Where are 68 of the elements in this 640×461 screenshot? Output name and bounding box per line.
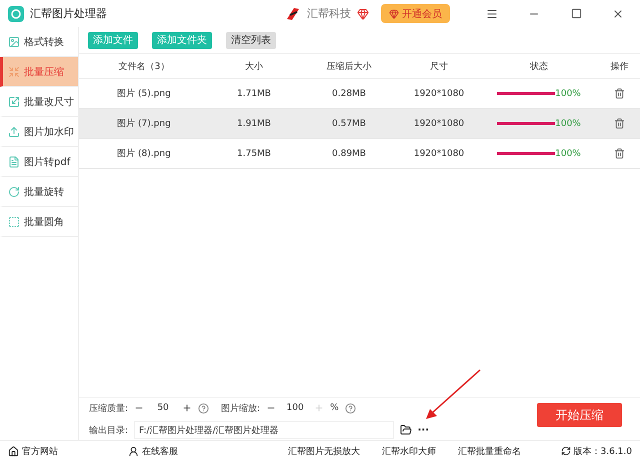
progress-reading: 100% bbox=[555, 88, 581, 98]
product-link[interactable]: 汇帮水印大师 bbox=[382, 444, 436, 458]
document-icon bbox=[8, 156, 20, 168]
compressed-size: 0.89MB bbox=[331, 148, 367, 158]
image-icon bbox=[8, 36, 20, 48]
delete-icon[interactable] bbox=[614, 118, 625, 129]
diamond-icon bbox=[357, 8, 369, 20]
scale-value[interactable]: 100 bbox=[282, 403, 308, 413]
column-header: 大小 bbox=[244, 60, 264, 72]
output-path-field[interactable]: F:/汇帮图片处理器/汇帮图片处理器 bbox=[134, 421, 394, 439]
product-link[interactable]: 汇帮图片无损放大 bbox=[288, 444, 360, 458]
file-size: 1.75MB bbox=[236, 148, 272, 158]
resize-icon bbox=[8, 96, 20, 108]
column-header: 压缩后大小 bbox=[326, 60, 372, 72]
website-link[interactable]: 官方网站 bbox=[8, 444, 128, 458]
dimensions: 1920*1080 bbox=[412, 118, 466, 128]
column-header: 文件名（3） bbox=[118, 60, 170, 72]
refresh-icon bbox=[560, 446, 570, 456]
close-icon bbox=[612, 8, 624, 20]
clear-button[interactable]: 清空列表 bbox=[226, 32, 276, 48]
progress-bar bbox=[497, 122, 556, 125]
menu-icon bbox=[486, 8, 498, 20]
file-size: 1.91MB bbox=[236, 118, 272, 128]
compress-icon bbox=[8, 66, 20, 78]
upload-icon bbox=[8, 126, 20, 138]
help-icon[interactable] bbox=[198, 402, 210, 414]
maximize-icon bbox=[570, 8, 582, 19]
file-name: 图片 (8).png bbox=[116, 148, 172, 160]
dimensions: 1920*1080 bbox=[412, 148, 466, 158]
compressed-size: 0.57MB bbox=[331, 118, 367, 128]
diamond-icon bbox=[389, 8, 399, 18]
progress-bar bbox=[497, 152, 556, 155]
column-header: 状态 bbox=[529, 60, 549, 72]
more-button[interactable]: ··· bbox=[418, 424, 429, 436]
folder-icon[interactable] bbox=[400, 424, 412, 436]
scale-label: 图片缩放: bbox=[221, 402, 260, 414]
delete-icon[interactable] bbox=[614, 148, 625, 159]
version-label: 版本：3.6.1.0 bbox=[560, 444, 632, 458]
column-header: 操作 bbox=[610, 60, 630, 72]
annotation-arrow bbox=[424, 368, 482, 421]
progress-reading: 100% bbox=[555, 148, 581, 158]
home-icon bbox=[8, 446, 19, 456]
compressed-size: 0.28MB bbox=[331, 88, 367, 98]
user-icon bbox=[128, 446, 139, 456]
table-row[interactable]: 图片 (7).png 1.91MB 0.57MB 1920*1080 100% bbox=[79, 109, 640, 139]
file-name: 图片 (5).png bbox=[116, 88, 172, 100]
delete-icon[interactable] bbox=[614, 88, 625, 99]
percent-sign: % bbox=[330, 403, 339, 413]
progress-reading: 100% bbox=[555, 118, 581, 128]
brand-name: 汇帮科技 bbox=[307, 6, 351, 21]
corner-icon bbox=[8, 216, 20, 228]
rotate-icon bbox=[8, 186, 20, 198]
dimensions: 1920*1080 bbox=[412, 88, 466, 98]
plus-icon[interactable] bbox=[182, 403, 192, 413]
quality-value[interactable]: 50 bbox=[150, 403, 176, 413]
output-label: 输出目录: bbox=[89, 424, 128, 436]
brand-logo-icon bbox=[285, 6, 301, 20]
start-button[interactable]: 开始压缩 bbox=[537, 403, 622, 427]
support-link[interactable]: 在线客服 bbox=[128, 444, 178, 458]
column-header: 尺寸 bbox=[429, 60, 449, 72]
file-name: 图片 (7).png bbox=[116, 118, 172, 130]
progress-bar bbox=[497, 92, 556, 95]
quality-label: 压缩质量: bbox=[89, 402, 128, 414]
app-logo-icon bbox=[8, 6, 24, 22]
file-size: 1.71MB bbox=[236, 88, 272, 98]
window-title: 汇帮图片处理器 bbox=[30, 6, 107, 21]
product-link[interactable]: 汇帮批量重命名 bbox=[458, 444, 521, 458]
help-icon[interactable] bbox=[344, 402, 356, 414]
